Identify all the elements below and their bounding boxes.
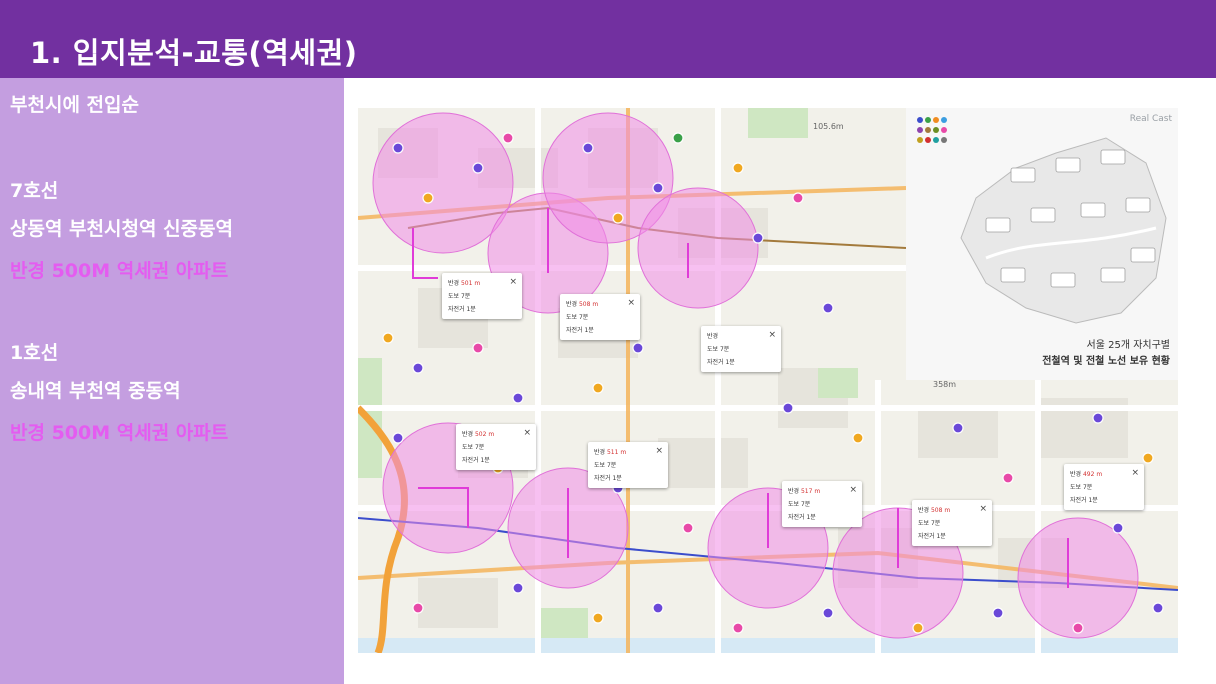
radius-popup[interactable]: 반경 511 m 도보 7분 자전거 1분 × [588, 442, 668, 488]
panel-heading: 부천시에 전입순 [10, 94, 139, 116]
line7-stations: 상동역 부천시청역 신중동역 [10, 218, 233, 240]
radius-value: 508 m [578, 301, 599, 308]
radius-popup[interactable]: 반경 501 m 도보 7분 자전거 1분 × [442, 273, 522, 319]
line7-name: 7호선 [10, 180, 59, 202]
inset-caption-line1: 서울 25개 자치구별 [1086, 340, 1170, 351]
bike-time: 1분 [612, 475, 622, 482]
radius-label: 반경 [918, 507, 930, 514]
brand-label: Real Cast [1129, 114, 1172, 124]
line1-name: 1호선 [10, 342, 59, 364]
bike-label: 자전거 [594, 475, 611, 482]
bike-time: 1분 [806, 514, 816, 521]
inset-caption-line2: 전철역 및 전철 노선 보유 현황 [1042, 356, 1170, 367]
close-icon[interactable]: × [1131, 468, 1139, 478]
bike-time: 1분 [584, 327, 594, 334]
bike-label: 자전거 [918, 533, 935, 540]
radius-value: 502 m [474, 431, 495, 438]
station-area-map[interactable]: Real Cast 서울 25개 자치구별 전철역 및 전철 노선 보유 현황 … [358, 108, 1178, 653]
walk-label: 도보 [788, 501, 800, 508]
walk-time: 7분 [930, 520, 941, 527]
close-icon[interactable]: × [627, 298, 635, 308]
radius-popup[interactable]: 반경 508 m 도보 7분 자전거 1분 × [912, 500, 992, 546]
bike-time: 1분 [936, 533, 946, 540]
radius-popup[interactable]: 반경 502 m 도보 7분 자전거 1분 × [456, 424, 536, 470]
bike-label: 자전거 [788, 514, 805, 521]
seoul-district-inset: Real Cast 서울 25개 자치구별 전철역 및 전철 노선 보유 현황 [906, 108, 1178, 380]
distance-label: 105.6m [813, 122, 844, 131]
walk-time: 7분 [474, 444, 485, 451]
walk-time: 7분 [460, 293, 471, 300]
radius-popup[interactable]: 반경 508 m 도보 7분 자전거 1분 × [560, 294, 640, 340]
bike-time: 1분 [1088, 497, 1098, 504]
walk-time: 7분 [719, 346, 730, 353]
bike-label: 자전거 [1070, 497, 1087, 504]
radius-label: 반경 [448, 280, 460, 287]
radius-value: 508 m [930, 507, 951, 514]
walk-label: 도보 [918, 520, 930, 527]
walk-time: 7분 [578, 314, 589, 321]
bike-label: 자전거 [707, 359, 724, 366]
radius-popup[interactable]: 반경 492 m 도보 7분 자전거 1분 × [1064, 464, 1144, 510]
walk-label: 도보 [462, 444, 474, 451]
radius-label: 반경 [566, 301, 578, 308]
radius-label: 반경 [594, 449, 606, 456]
radius-value: 501 m [460, 280, 481, 287]
radius-popup[interactable]: 반경 도보 7분 자전거 1분 × [701, 326, 781, 372]
close-icon[interactable]: × [849, 485, 857, 495]
radius-label: 반경 [707, 333, 719, 340]
slide-title: 1. 입지분석-교통(역세권) [30, 36, 358, 70]
bike-label: 자전거 [448, 306, 465, 313]
radius-value: 511 m [606, 449, 627, 456]
radius-popup[interactable]: 반경 517 m 도보 7분 자전거 1분 × [782, 481, 862, 527]
radius-value: 492 m [1082, 471, 1103, 478]
close-icon[interactable]: × [768, 330, 776, 340]
close-icon[interactable]: × [979, 504, 987, 514]
walk-time: 7분 [800, 501, 811, 508]
left-panel: 부천시에 전입순 7호선 상동역 부천시청역 신중동역 반경 500M 역세권 … [0, 78, 344, 684]
close-icon[interactable]: × [655, 446, 663, 456]
walk-label: 도보 [448, 293, 460, 300]
line1-radius: 반경 500M 역세권 아파트 [10, 422, 229, 444]
walk-label: 도보 [1070, 484, 1082, 491]
line1-stations: 송내역 부천역 중동역 [10, 380, 181, 402]
close-icon[interactable]: × [523, 428, 531, 438]
walk-label: 도보 [594, 462, 606, 469]
bike-label: 자전거 [462, 457, 479, 464]
bike-time: 1분 [725, 359, 735, 366]
radius-value: 517 m [800, 488, 821, 495]
bike-label: 자전거 [566, 327, 583, 334]
bike-time: 1분 [466, 306, 476, 313]
walk-time: 7분 [606, 462, 617, 469]
radius-label: 반경 [462, 431, 474, 438]
close-icon[interactable]: × [509, 277, 517, 287]
walk-time: 7분 [1082, 484, 1093, 491]
radius-label: 반경 [1070, 471, 1082, 478]
distance-label: 358m [933, 380, 957, 389]
bike-time: 1분 [480, 457, 490, 464]
walk-label: 도보 [566, 314, 578, 321]
walk-label: 도보 [707, 346, 719, 353]
line7-radius: 반경 500M 역세권 아파트 [10, 260, 229, 282]
radius-label: 반경 [788, 488, 800, 495]
